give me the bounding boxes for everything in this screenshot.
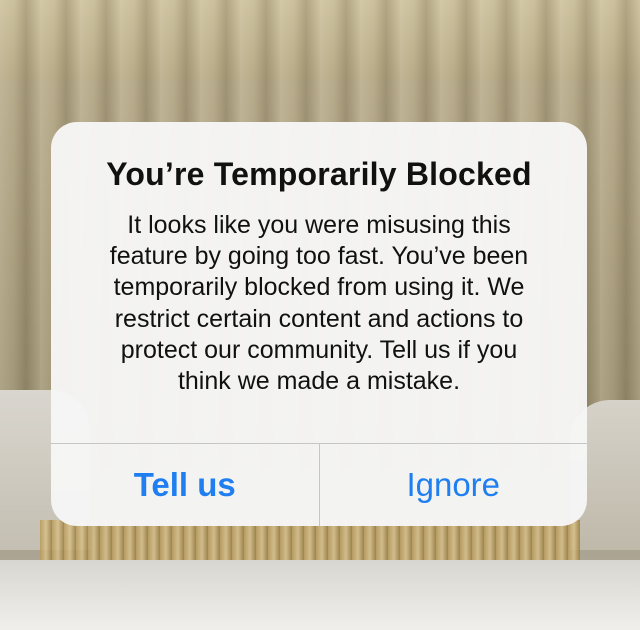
alert-message-line: temporarily blocked from using it. We [113, 273, 525, 302]
tell-us-button[interactable]: Tell us [51, 444, 319, 526]
temporarily-blocked-alert: You’re Temporarily Blocked It looks like… [51, 122, 587, 526]
alert-message-line: It looks like you were misusing this [127, 211, 511, 239]
alert-message-line: feature by going too fast. You’ve been [109, 242, 529, 271]
alert-message: It looks like you were misusing this fea… [81, 210, 557, 397]
alert-title: You’re Temporarily Blocked [106, 156, 532, 192]
ignore-button[interactable]: Ignore [320, 444, 588, 526]
floor [0, 560, 640, 630]
alert-message-line: think we made a mistake. [177, 367, 461, 396]
alert-message-line: restrict certain content and actions to [114, 304, 524, 333]
alert-actions: Tell us Ignore [51, 443, 587, 526]
alert-message-line: protect our community. Tell us if you [120, 335, 518, 364]
alert-body: You’re Temporarily Blocked It looks like… [51, 122, 587, 443]
